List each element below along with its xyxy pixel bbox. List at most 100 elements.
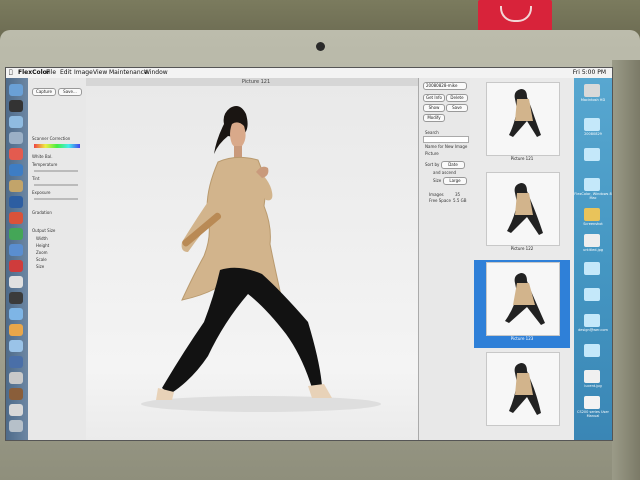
thumbnail-image xyxy=(486,82,560,156)
photo-canvas[interactable] xyxy=(86,86,426,440)
app-icon-13[interactable] xyxy=(9,404,23,416)
app-icon-3[interactable] xyxy=(9,244,23,256)
hard-drive-icon[interactable] xyxy=(584,84,600,97)
exposure-label: Exposure xyxy=(32,190,51,195)
gradation-label: Gradation xyxy=(32,210,52,215)
tint-slider[interactable] xyxy=(34,184,78,186)
new-image-name-label: Name for New Image xyxy=(425,144,468,149)
exposure-slider[interactable] xyxy=(34,198,78,200)
color-bar[interactable] xyxy=(34,144,80,148)
app-icon-11[interactable] xyxy=(9,372,23,384)
app-menu[interactable]: FlexColor xyxy=(18,68,50,78)
app-icon-9[interactable] xyxy=(9,340,23,352)
modify-button[interactable]: Modify xyxy=(423,114,445,122)
menu-view[interactable]: View xyxy=(93,68,107,78)
right-shoe xyxy=(308,384,332,398)
model-photo xyxy=(141,106,381,412)
left-panel: Capture Save... Scanner Correction White… xyxy=(28,78,87,440)
picture-label: Picture xyxy=(425,151,439,156)
save-button[interactable]: Save... xyxy=(58,88,82,96)
desktop-label: lucent.jpg xyxy=(584,384,602,388)
file-icon[interactable] xyxy=(584,370,600,383)
menubar-clock[interactable]: Fri 5:00 PM xyxy=(573,68,606,78)
image-file-icon[interactable] xyxy=(584,234,600,247)
iphoto-icon[interactable] xyxy=(9,180,23,192)
thumbnail-item-selected[interactable]: Picture 123 xyxy=(474,260,570,348)
delete-button[interactable]: Delete xyxy=(446,94,468,102)
capture-button[interactable]: Capture xyxy=(32,88,56,96)
photoshop-icon[interactable] xyxy=(9,196,23,208)
desktop-label: design@wer.com xyxy=(578,328,608,332)
folder-icon[interactable] xyxy=(584,118,600,131)
itunes-icon[interactable] xyxy=(9,164,23,176)
images-count: 35 xyxy=(455,192,461,197)
desktop-label: CS200 series User Manual xyxy=(577,410,609,418)
folder-icon[interactable] xyxy=(584,288,600,301)
free-space-label: Free Space xyxy=(429,198,451,203)
save-browser-button[interactable]: Save xyxy=(446,104,468,112)
folder-icon[interactable] xyxy=(584,178,600,191)
app-icon-4[interactable] xyxy=(9,260,23,272)
desktop: Macintosh HD 20080829 FlexColor, Windows… xyxy=(574,78,612,440)
tint-label: Tint xyxy=(32,176,40,181)
thumbnail-label: Picture 123 xyxy=(510,336,534,341)
width-label: Width xyxy=(36,236,48,241)
folder-icon[interactable] xyxy=(584,148,600,161)
finder-icon[interactable] xyxy=(9,84,23,96)
thumbnail-image xyxy=(486,352,560,426)
thumbnail-label: Picture 121 xyxy=(510,156,534,161)
thumbnail-item[interactable]: Picture 121 xyxy=(474,80,570,168)
mail-icon[interactable] xyxy=(9,132,23,144)
folder-icon[interactable] xyxy=(584,262,600,275)
output-size-label: Output Size xyxy=(32,228,56,233)
screenshot-file-icon[interactable] xyxy=(584,208,600,221)
search-label: Search xyxy=(425,130,439,135)
app-icon-12[interactable] xyxy=(9,388,23,400)
safari-icon[interactable] xyxy=(9,116,23,128)
get-info-button[interactable]: Get Info xyxy=(423,94,445,102)
right-bezel-shadow xyxy=(612,60,640,480)
app-icon-6[interactable] xyxy=(9,292,23,304)
search-field[interactable] xyxy=(423,136,469,143)
ascend-checkbox-label[interactable]: and ascend xyxy=(433,170,456,175)
folder-icon[interactable] xyxy=(584,344,600,357)
camera-icon xyxy=(316,42,325,51)
screen:  FlexColor File Edit Image View Mainten… xyxy=(6,68,612,440)
app-icon-8[interactable] xyxy=(9,324,23,336)
menu-maintenance[interactable]: Maintenance xyxy=(109,68,148,78)
thumbnail-item[interactable]: Picture 122 xyxy=(474,170,570,258)
neck xyxy=(234,146,242,158)
menu-file[interactable]: File xyxy=(46,68,56,78)
app-icon-5[interactable] xyxy=(9,276,23,288)
desktop-label: Screenshot xyxy=(583,222,603,226)
thumbnail-image xyxy=(486,262,560,336)
size-popup[interactable]: Large xyxy=(443,177,467,185)
thumbnail-item[interactable] xyxy=(474,350,570,438)
temperature-slider[interactable] xyxy=(34,170,78,172)
floor-shadow xyxy=(141,396,381,412)
menu-window[interactable]: Window xyxy=(144,68,168,78)
show-button[interactable]: Show xyxy=(423,104,445,112)
temperature-label: Temperature xyxy=(32,162,58,167)
app-icon-10[interactable] xyxy=(9,356,23,368)
app-icon-1[interactable] xyxy=(9,212,23,224)
desktop-label: FlexColor, Windows 8 Mac xyxy=(574,192,612,200)
menu-edit[interactable]: Edit xyxy=(60,68,72,78)
menu-image[interactable]: Image xyxy=(74,68,93,78)
app-icon-2[interactable] xyxy=(9,228,23,240)
folder-icon[interactable] xyxy=(584,314,600,327)
dashboard-icon[interactable] xyxy=(9,100,23,112)
apple-menu-icon[interactable]:  xyxy=(9,68,13,78)
sort-popup[interactable]: Date xyxy=(441,161,465,169)
pdf-file-icon[interactable] xyxy=(584,396,600,409)
face xyxy=(230,122,246,148)
folder-popup[interactable]: 20080828-mike xyxy=(423,82,467,90)
app-icon-7[interactable] xyxy=(9,308,23,320)
trash-icon[interactable] xyxy=(9,420,23,432)
thumbnail-image xyxy=(486,172,560,246)
size-label: Size xyxy=(433,178,442,183)
sort-by-label: Sort by xyxy=(425,162,440,167)
zoom-label: Zoom xyxy=(36,250,48,255)
ical-icon[interactable] xyxy=(9,148,23,160)
images-label: Images xyxy=(429,192,444,197)
